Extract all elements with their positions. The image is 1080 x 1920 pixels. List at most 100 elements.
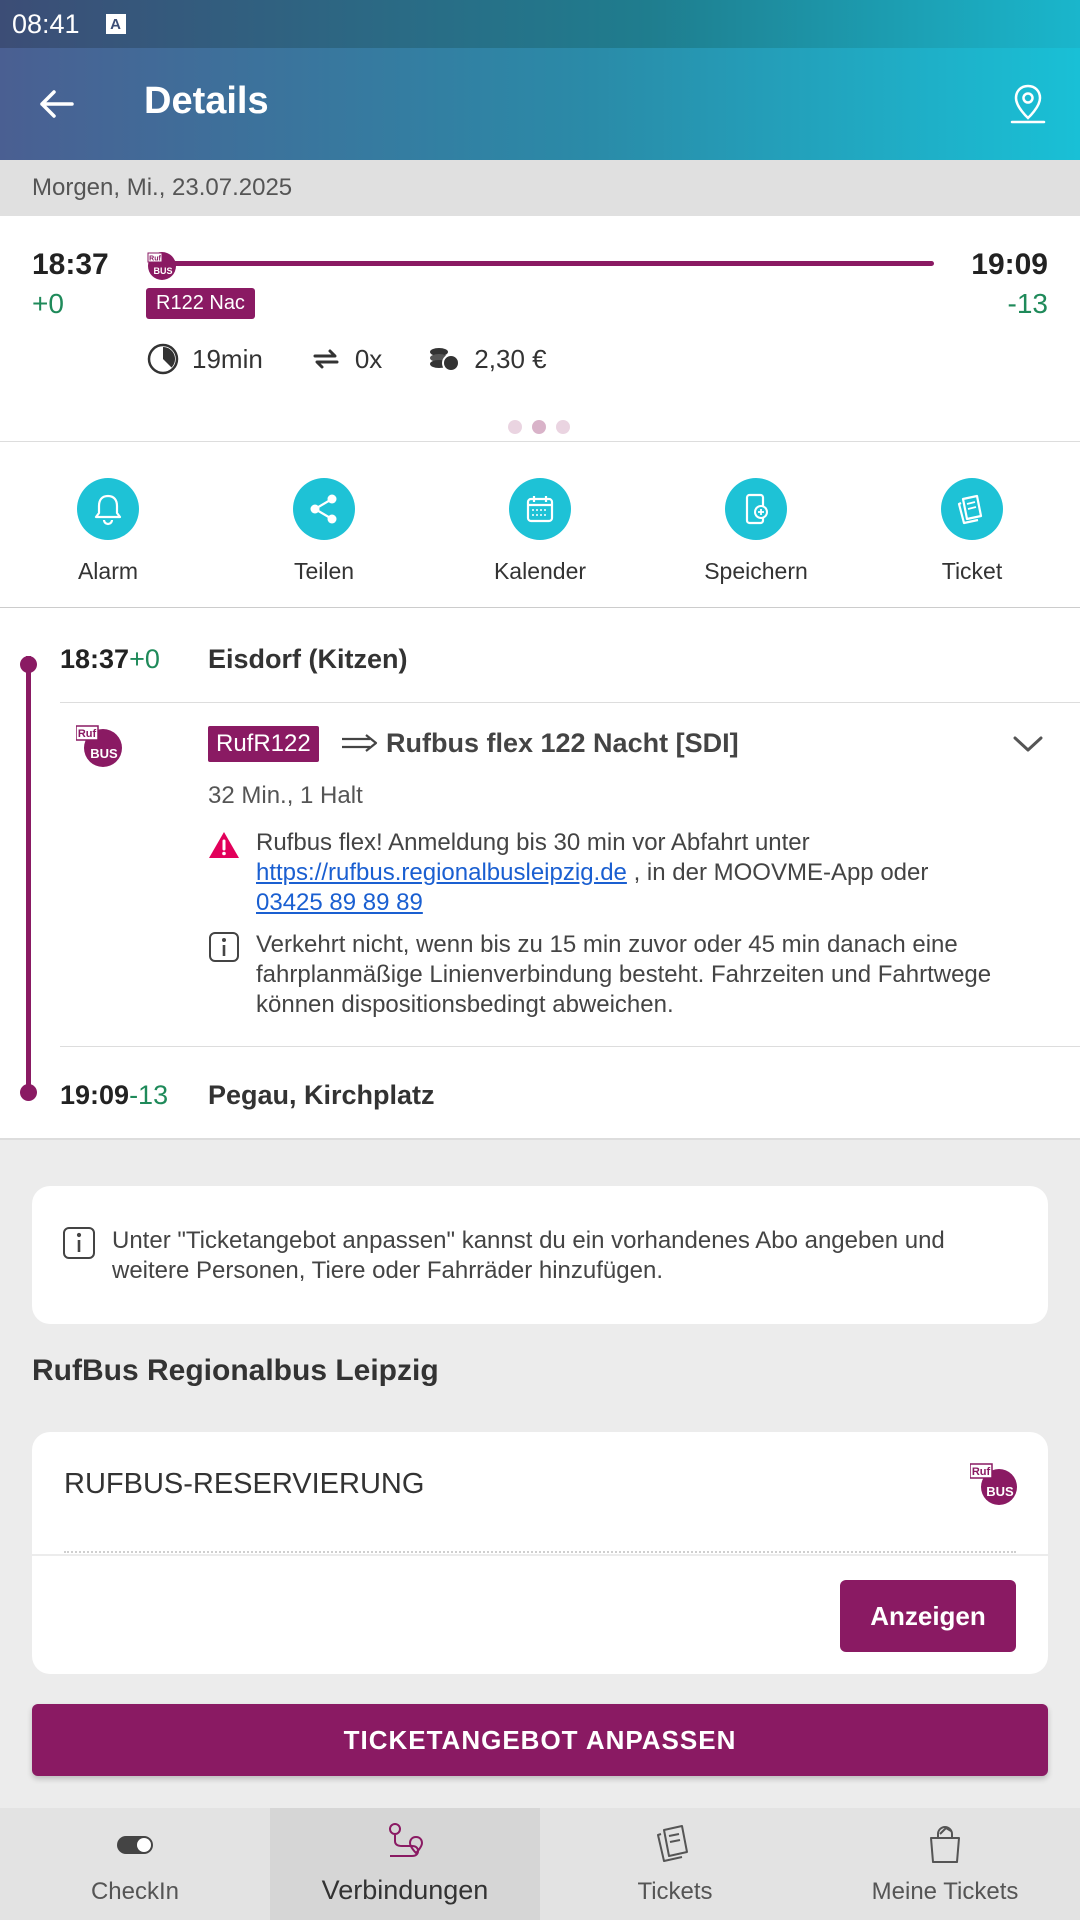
reservation-card: RUFBUS-RESERVIERUNG Ruf BUS — [32, 1432, 1048, 1554]
end-stop-delay: -13 — [129, 1080, 169, 1110]
changes-value: 0x — [354, 343, 383, 374]
rufbus-icon: Ruf BUS — [970, 1463, 1017, 1505]
back-arrow-icon[interactable] — [36, 84, 76, 124]
info-note: Verkehrt nicht, wenn bis zu 15 min zuvor… — [208, 930, 1008, 1020]
divider — [60, 1046, 1080, 1047]
nav-tickets-label: Tickets — [637, 1878, 713, 1905]
bottom-nav: CheckIn Verbindungen Tickets Meine Ticke… — [0, 1808, 1080, 1920]
dotted-divider — [64, 1551, 1016, 1553]
calendar-icon — [509, 478, 571, 540]
warning-text: Rufbus flex! Anmeldung bis 30 min vor Ab… — [256, 829, 810, 856]
show-button[interactable]: Anzeigen — [840, 1580, 1016, 1652]
adjust-ticket-offer-button[interactable]: TICKETANGEBOT ANPASSEN — [32, 1704, 1048, 1776]
arrival-delay: -13 — [1007, 288, 1048, 319]
changes-icon — [313, 349, 339, 369]
warning-icon — [209, 832, 239, 858]
rufbus-link[interactable]: https://rufbus.regionalbusleipzig.de — [256, 859, 627, 886]
page-title: Details — [144, 80, 269, 122]
info-text: Verkehrt nicht, wenn bis zu 15 min zuvor… — [256, 931, 992, 1018]
end-stop-dot — [20, 1084, 37, 1101]
map-pin-icon[interactable] — [1004, 80, 1052, 128]
save-phone-icon — [725, 478, 787, 540]
nav-my-tickets-label: Meine Tickets — [871, 1878, 1019, 1905]
nav-connections[interactable]: Verbindungen — [270, 1808, 540, 1920]
journey-line — [26, 656, 31, 1096]
start-stop-dot — [20, 656, 37, 673]
phone-link[interactable]: 03425 89 89 89 — [256, 889, 423, 916]
date-label: Morgen, Mi., 23.07.2025 — [0, 160, 1080, 216]
status-bar: 08:41 A — [0, 0, 1080, 48]
alarm-label: Alarm — [77, 558, 139, 584]
share-label: Teilen — [293, 558, 355, 584]
rufbus-icon: Ruf BUS — [76, 725, 122, 767]
arrival-time: 19:09 — [971, 248, 1048, 281]
svg-text:BUS: BUS — [90, 746, 118, 761]
leg-line-badge: RufR122 — [208, 726, 319, 762]
calendar-button[interactable]: Kalender — [432, 442, 648, 607]
end-stop-time: 19:09-13 — [60, 1080, 169, 1110]
save-label: Speichern — [704, 558, 808, 584]
ticket-button[interactable]: Ticket — [864, 442, 1080, 607]
connection-summary[interactable]: 18:37 +0 Ruf BUS 19:09 -13 R122 Nac 19mi… — [0, 216, 1080, 442]
pager-dot-active — [532, 420, 546, 434]
warning-text-mid: , in der MOOVME-App oder — [633, 859, 929, 886]
chevron-down-icon[interactable] — [1012, 734, 1044, 754]
svg-text:BUS: BUS — [153, 266, 172, 276]
share-icon — [293, 478, 355, 540]
leg-duration: 32 Min., 1 Halt — [208, 782, 363, 809]
svg-text:Ruf: Ruf — [972, 1466, 991, 1478]
coins-icon — [430, 348, 461, 372]
notification-a-icon: A — [105, 14, 126, 34]
nav-checkin[interactable]: CheckIn — [0, 1808, 270, 1920]
status-time: 08:41 — [12, 8, 80, 39]
calendar-label: Kalender — [493, 558, 587, 584]
start-stop-delay: +0 — [129, 644, 160, 674]
warning-note: Rufbus flex! Anmeldung bis 30 min vor Ab… — [208, 828, 1008, 918]
info-icon — [63, 1227, 95, 1259]
pager-dot — [556, 420, 570, 434]
departure-time: 18:37 — [32, 248, 109, 281]
nav-my-tickets[interactable]: Meine Tickets — [810, 1808, 1080, 1920]
journey-detail: 18:37+0 Eisdorf (Kitzen) Ruf BUS RufR122… — [0, 608, 1080, 1140]
alarm-button[interactable]: Alarm — [0, 442, 216, 607]
toggle-icon — [117, 1836, 153, 1854]
ticket-icon — [941, 478, 1003, 540]
svg-text:Ruf: Ruf — [78, 728, 97, 740]
svg-text:Ruf: Ruf — [149, 256, 161, 263]
line-badge: R122 Nac — [146, 288, 255, 319]
app-bar: Details — [0, 48, 1080, 160]
reservation-label: RUFBUS-RESERVIERUNG — [64, 1468, 425, 1500]
end-stop-name[interactable]: Pegau, Kirchplatz — [208, 1080, 435, 1111]
ticket-info-text: Unter "Ticketangebot anpassen" kannst du… — [112, 1227, 945, 1284]
ticket-info-card: Unter "Ticketangebot anpassen" kannst du… — [32, 1186, 1048, 1324]
connection-meta: 19min 0x 2,30 € — [146, 342, 547, 376]
bell-icon — [77, 478, 139, 540]
svg-text:BUS: BUS — [986, 1484, 1014, 1499]
duration-value: 19min — [192, 343, 263, 374]
ticket-label: Ticket — [941, 558, 1003, 584]
tickets-icon — [657, 1825, 688, 1862]
nav-connections-label: Verbindungen — [321, 1875, 489, 1905]
save-button[interactable]: Speichern — [648, 442, 864, 607]
operator-title: RufBus Regionalbus Leipzig — [32, 1354, 439, 1387]
nav-checkin-label: CheckIn — [90, 1878, 180, 1905]
pager-dots — [508, 420, 570, 434]
departure-delay: +0 — [32, 288, 64, 319]
action-row: Alarm Teilen Kalender Speichern Ticket — [0, 442, 1080, 608]
route-icon — [389, 1823, 424, 1857]
start-stop-time: 18:37+0 — [60, 644, 160, 674]
reservation-actions: Anzeigen — [32, 1556, 1048, 1674]
price-value: 2,30 € — [474, 343, 547, 374]
leg-name: Rufbus flex 122 Nacht [SDI] — [386, 728, 739, 758]
nav-tickets[interactable]: Tickets — [540, 1808, 810, 1920]
shopping-bag-icon — [930, 1826, 960, 1863]
share-button[interactable]: Teilen — [216, 442, 432, 607]
info-icon — [209, 932, 239, 962]
direction-arrow-icon — [342, 734, 378, 752]
rufbus-icon: Ruf BUS — [147, 252, 176, 280]
divider — [60, 702, 1080, 703]
route-line — [162, 261, 934, 266]
pager-dot — [508, 420, 522, 434]
duration-icon — [147, 343, 179, 375]
start-stop-name[interactable]: Eisdorf (Kitzen) — [208, 644, 408, 675]
